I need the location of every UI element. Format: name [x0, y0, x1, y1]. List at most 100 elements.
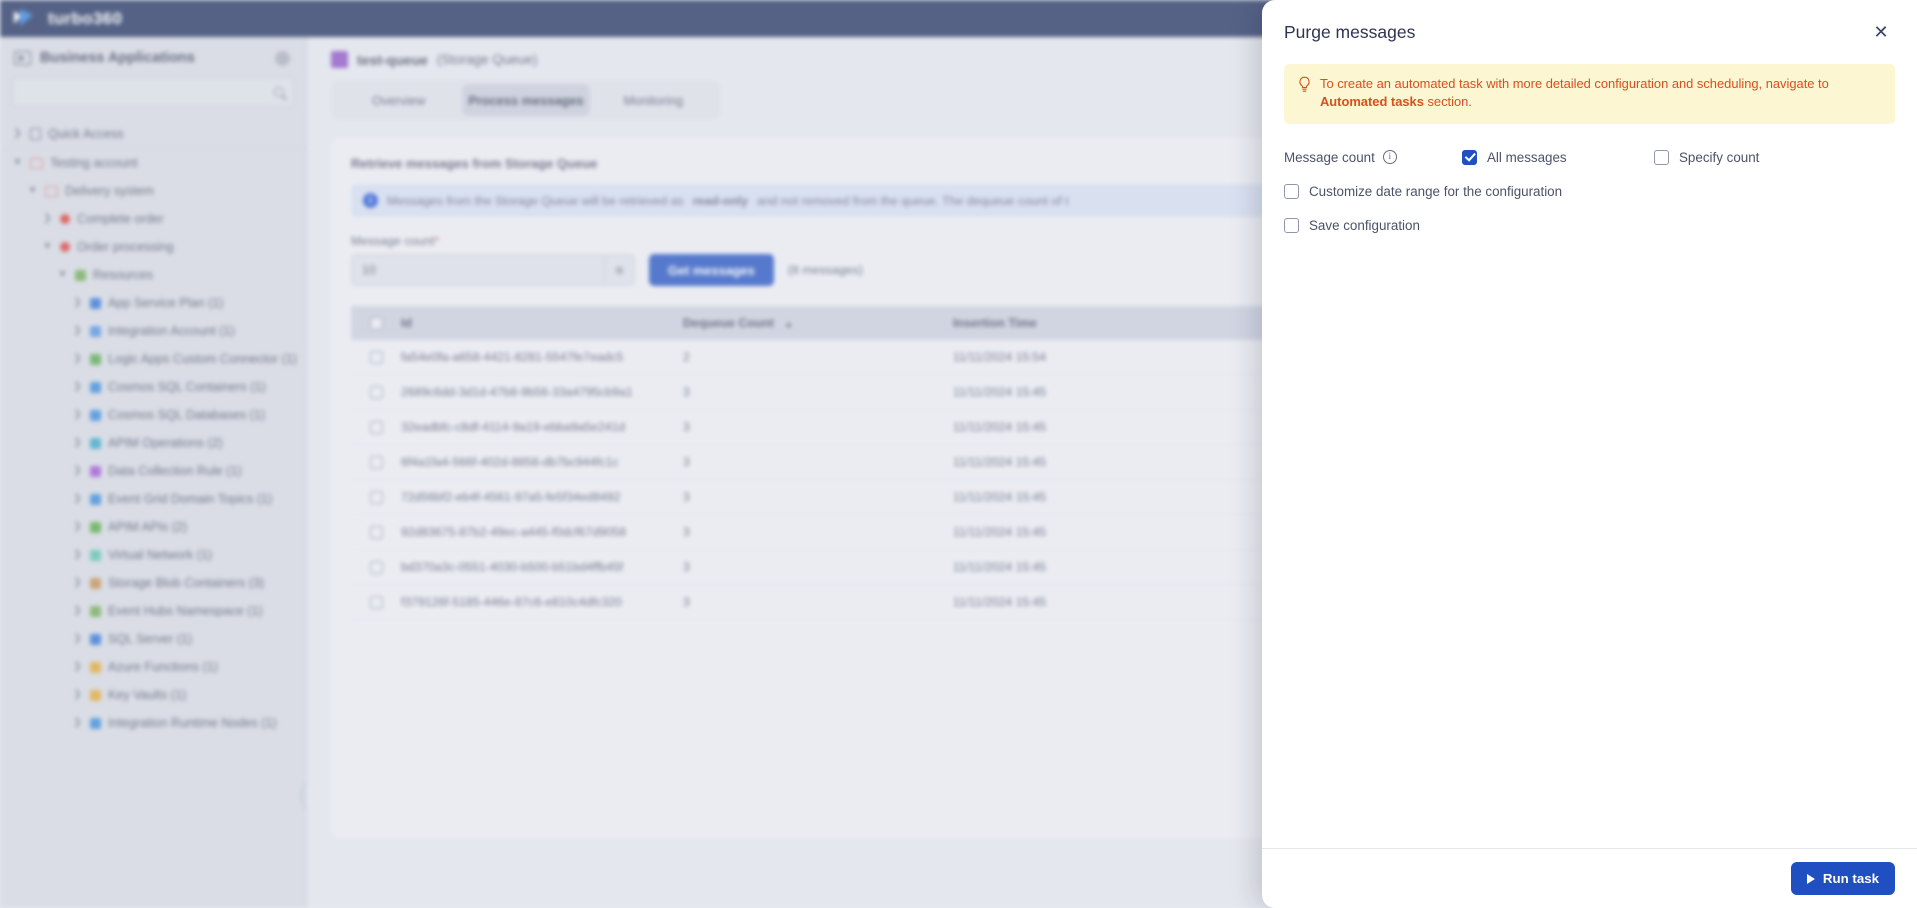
- close-icon[interactable]: ✕: [1867, 18, 1895, 46]
- chevron-right-icon[interactable]: ❯: [42, 214, 53, 224]
- row-select-cell[interactable]: [351, 560, 401, 574]
- sidebar-item-cosmos-sql-databases-1[interactable]: ❯ Cosmos SQL Databases (1): [0, 401, 306, 429]
- cell-insertion-time: 11/11/2024 15:45: [953, 490, 1047, 504]
- chevron-right-icon[interactable]: ❯: [72, 494, 83, 504]
- message-count-stepper[interactable]: ⊕: [351, 254, 635, 286]
- row-select-cell[interactable]: [351, 385, 401, 399]
- chevron-right-icon[interactable]: ❯: [12, 128, 23, 139]
- column-header-insertion-time[interactable]: Insertion Time: [953, 316, 1153, 330]
- chevron-right-icon[interactable]: ❯: [72, 634, 83, 644]
- chevron-right-icon[interactable]: ❯: [72, 326, 83, 336]
- sidebar-item-key-vaults-1[interactable]: ❯ Key Vaults (1): [0, 681, 306, 709]
- integration-runtime-nodes-icon: [90, 717, 101, 729]
- tab-overview[interactable]: Overview: [335, 84, 462, 116]
- chevron-down-icon[interactable]: ▼: [57, 270, 68, 280]
- row-checkbox[interactable]: [369, 385, 383, 399]
- select-all-cell[interactable]: [351, 316, 401, 330]
- sidebar-item-quick-access[interactable]: ❯ Quick Access: [0, 119, 306, 149]
- sidebar-item-integration-runtime-nodes-1[interactable]: ❯ Integration Runtime Nodes (1): [0, 709, 306, 737]
- row-checkbox[interactable]: [369, 490, 383, 504]
- row-select-cell[interactable]: [351, 490, 401, 504]
- search-input[interactable]: [22, 85, 274, 99]
- chevron-right-icon[interactable]: ❯: [72, 382, 83, 392]
- sidebar-item-storage-blob-containers-3[interactable]: ❯ Storage Blob Containers (3): [0, 569, 306, 597]
- sidebar-item-logic-apps-custom-connector-1[interactable]: ❯ Logic Apps Custom Connector (1): [0, 345, 306, 373]
- sidebar-item-sql-server-1[interactable]: ❯ SQL Server (1): [0, 625, 306, 653]
- sidebar-item-cosmos-sql-containers-1[interactable]: ❯ Cosmos SQL Containers (1): [0, 373, 306, 401]
- save-configuration-checkbox[interactable]: [1284, 217, 1299, 233]
- chevron-right-icon[interactable]: ❯: [72, 466, 83, 476]
- sidebar-item-integration-account-1[interactable]: ❯ Integration Account (1): [0, 317, 306, 345]
- row-checkbox[interactable]: [369, 560, 383, 574]
- sidebar-item-complete-order[interactable]: ❯ Complete order: [0, 205, 306, 233]
- row-select-cell[interactable]: [351, 595, 401, 609]
- cell-insertion-time: 11/11/2024 15:45: [953, 595, 1047, 609]
- cell-insertion-time: 11/11/2024 15:45: [953, 560, 1047, 574]
- sidebar-item-label: Logic Apps Custom Connector (1): [108, 352, 297, 366]
- sidebar-item-event-hubs-namespace-1[interactable]: ❯ Event Hubs Namespace (1): [0, 597, 306, 625]
- info-icon[interactable]: i: [1382, 150, 1397, 165]
- row-checkbox[interactable]: [369, 350, 383, 364]
- sidebar-item-event-grid-domain-topics-1[interactable]: ❯ Event Grid Domain Topics (1): [0, 485, 306, 513]
- specify-count-checkbox[interactable]: [1654, 149, 1669, 165]
- sidebar-item-label: Quick Access: [48, 126, 124, 141]
- gear-icon[interactable]: [275, 50, 290, 66]
- column-header-dequeue-count-text: Dequeue Count: [683, 316, 774, 330]
- chevron-right-icon[interactable]: ❯: [72, 662, 83, 672]
- all-messages-checkbox[interactable]: [1462, 149, 1477, 165]
- chevron-right-icon[interactable]: ❯: [72, 522, 83, 532]
- row-select-cell[interactable]: [351, 420, 401, 434]
- chevron-right-icon[interactable]: ❯: [72, 578, 83, 588]
- row-checkbox[interactable]: [369, 420, 383, 434]
- customize-date-range-option[interactable]: Customize date range for the configurati…: [1284, 183, 1562, 199]
- chevron-right-icon[interactable]: ❯: [72, 690, 83, 700]
- chevron-right-icon[interactable]: ❯: [72, 718, 83, 728]
- customize-date-range-checkbox[interactable]: [1284, 183, 1299, 199]
- business-applications-icon: [14, 51, 31, 65]
- row-select-cell[interactable]: [351, 350, 401, 364]
- sidebar-item-data-collection-rule-1[interactable]: ❯ Data Collection Rule (1): [0, 457, 306, 485]
- column-header-dequeue-count[interactable]: Dequeue Count ▲: [683, 316, 953, 330]
- chevron-down-icon[interactable]: ▼: [42, 242, 53, 252]
- tab-label: Overview: [371, 92, 426, 108]
- column-header-id[interactable]: Id: [401, 316, 683, 330]
- tab-monitoring[interactable]: Monitoring: [590, 84, 717, 116]
- chevron-right-icon[interactable]: ❯: [72, 438, 83, 448]
- row-select-cell[interactable]: [351, 455, 401, 469]
- chevron-down-icon[interactable]: ▼: [27, 186, 38, 196]
- sidebar-item-apim-apis-2[interactable]: ❯ APIM APIs (2): [0, 513, 306, 541]
- sidebar-item-virtual-network-1[interactable]: ❯ Virtual Network (1): [0, 541, 306, 569]
- tab-process-messages[interactable]: Process messages: [462, 84, 590, 116]
- sidebar-item-order-processing[interactable]: ▼ Order processing: [0, 233, 306, 261]
- sidebar-item-azure-functions-1[interactable]: ❯ Azure Functions (1): [0, 653, 306, 681]
- sidebar-item-testing-account[interactable]: ▼ Testing account: [0, 149, 306, 177]
- select-all-checkbox[interactable]: [369, 316, 383, 330]
- sidebar-search[interactable]: [12, 77, 294, 107]
- chevron-right-icon[interactable]: ❯: [72, 550, 83, 560]
- sidebar-item-label: APIM APIs (2): [108, 520, 188, 534]
- save-configuration-label: Save configuration: [1309, 217, 1420, 233]
- row-select-cell[interactable]: [351, 525, 401, 539]
- chevron-right-icon[interactable]: ❯: [72, 410, 83, 420]
- chevron-right-icon[interactable]: ❯: [72, 606, 83, 616]
- chevron-right-icon[interactable]: ❯: [72, 354, 83, 364]
- cell-dequeue-count: 3: [683, 595, 690, 609]
- key-vaults-icon: [90, 689, 101, 701]
- sidebar-item-resources[interactable]: ▼ Resources: [0, 261, 306, 289]
- sidebar-item-apim-operations-2[interactable]: ❯ APIM Operations (2): [0, 429, 306, 457]
- row-checkbox[interactable]: [369, 455, 383, 469]
- get-messages-button[interactable]: Get messages: [649, 254, 774, 286]
- message-count-input[interactable]: [352, 263, 604, 277]
- sidebar-item-app-service-plan-1[interactable]: ❯ App Service Plan (1): [0, 289, 306, 317]
- all-messages-option[interactable]: All messages: [1462, 149, 1654, 165]
- run-task-button[interactable]: Run task: [1790, 862, 1895, 895]
- row-checkbox[interactable]: [369, 595, 383, 609]
- row-checkbox[interactable]: [369, 525, 383, 539]
- sidebar-item-delivery-system[interactable]: ▼ Delivery system: [0, 177, 306, 205]
- chevron-down-icon[interactable]: ▼: [12, 158, 23, 168]
- specify-count-option[interactable]: Specify count: [1654, 149, 1759, 165]
- chevron-right-icon[interactable]: ❯: [72, 298, 83, 308]
- cell-insertion-time: 11/11/2024 15:45: [953, 525, 1047, 539]
- stepper-toggle-icon[interactable]: ⊕: [604, 255, 634, 285]
- save-configuration-option[interactable]: Save configuration: [1284, 217, 1420, 233]
